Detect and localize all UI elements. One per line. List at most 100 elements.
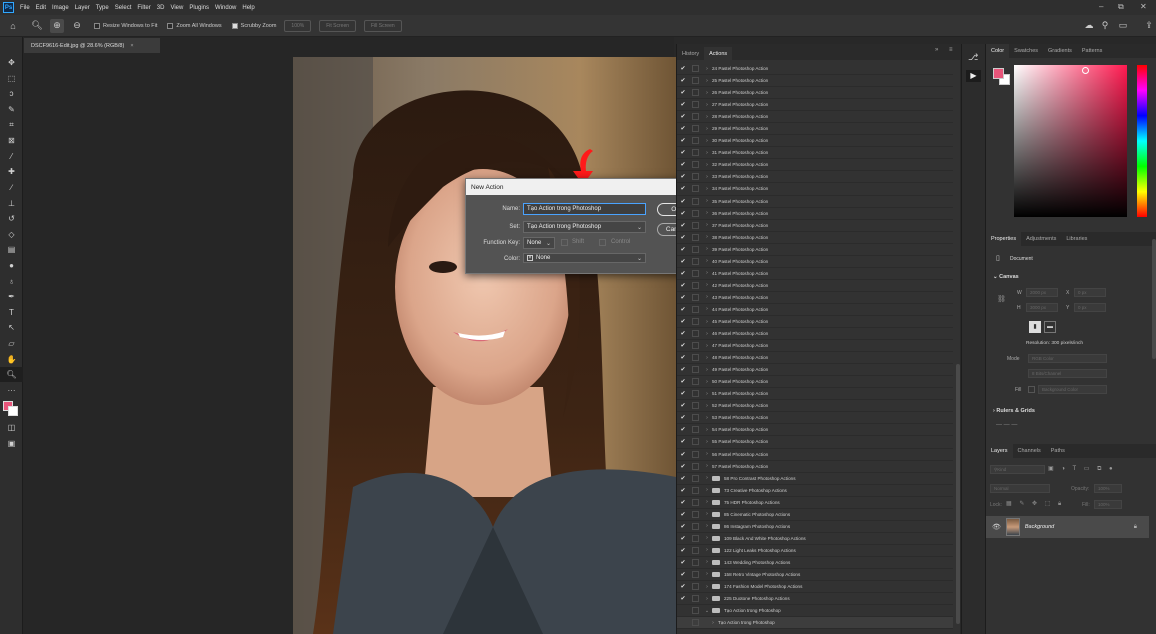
chevron-right-icon[interactable]: › [708,620,718,626]
fit-screen-button[interactable]: Fit Screen [319,19,357,32]
share-icon[interactable]: ☁ [1082,19,1096,33]
chevron-right-icon[interactable]: › [702,102,712,108]
chevron-right-icon[interactable]: › [702,66,712,72]
layer-row-background[interactable]: 👁︎ Background 🔒︎ [986,516,1149,538]
tab-swatches[interactable]: Swatches [1009,44,1043,58]
action-set-row[interactable]: ✔ › 109 Black And White Photoshop Actions [677,533,953,545]
chevron-right-icon[interactable]: › [702,415,712,421]
menu-view[interactable]: View [170,5,183,11]
check-icon[interactable]: ✔ [677,77,689,84]
check-icon[interactable]: ✔ [677,523,689,530]
chevron-right-icon[interactable]: › [702,319,712,325]
layer-filter-icons[interactable]: ▣ ◑ T ▭ ⧉ ● [1048,465,1116,473]
chevron-right-icon[interactable]: › [702,463,712,469]
fill-select[interactable]: Background Color [1038,385,1107,394]
chevron-right-icon[interactable]: › [702,331,712,337]
rulers-grids-header[interactable]: › Rulers & Grids [993,408,1035,414]
workspace-icon[interactable]: ▭ [1116,19,1130,33]
hand-tool-icon[interactable]: ✋ [0,351,23,367]
action-set-row[interactable]: ✔ › 122 Light Leaks Photoshop Actions [677,545,953,557]
chevron-right-icon[interactable]: › [702,222,712,228]
action-row[interactable]: ✔ › 36 Pastel Photoshop Action [677,208,953,220]
dialog-toggle-box[interactable] [692,137,699,145]
dialog-toggle-box[interactable] [692,305,699,313]
zoom-tool-icon[interactable]: 🔍︎ [30,19,44,33]
chevron-right-icon[interactable]: › [702,499,712,505]
dialog-toggle-box[interactable] [692,414,699,422]
action-set-row[interactable]: ⌄ Tạo Action trong Photoshop [677,605,953,618]
action-row[interactable]: ✔ › 29 Pastel Photoshop Action [677,123,953,136]
dialog-toggle-box[interactable] [692,209,699,217]
frame-tool-icon[interactable]: ⊠ [0,133,23,149]
chevron-right-icon[interactable]: › [702,427,712,433]
check-icon[interactable]: ✔ [677,113,689,120]
visibility-eye-icon[interactable]: 👁︎ [992,523,1001,531]
landscape-orientation-icon[interactable]: ▬ [1044,321,1056,333]
dialog-toggle-box[interactable] [692,558,699,566]
dialog-toggle-box[interactable] [692,113,699,121]
chevron-right-icon[interactable]: › [702,234,712,240]
action-row[interactable]: ✔ › 51 Pastel Photoshop Action [677,388,953,401]
check-icon[interactable]: ✔ [677,89,689,96]
action-row[interactable]: ✔ › 33 Pastel Photoshop Action [677,171,953,184]
dialog-toggle-box[interactable] [692,197,699,205]
menu-type[interactable]: Type [96,5,109,11]
chevron-right-icon[interactable]: › [702,511,712,517]
fill-screen-button[interactable]: Fill Screen [364,19,402,32]
check-icon[interactable]: ✔ [677,438,689,445]
chevron-right-icon[interactable]: › [702,439,712,445]
dialog-toggle-box[interactable] [692,342,699,350]
fill-layer-field[interactable]: 100% [1094,500,1122,509]
check-icon[interactable]: ✔ [677,595,689,602]
eyedropper-tool-icon[interactable]: ⁄ [0,149,23,165]
action-row[interactable]: ✔ › 37 Pastel Photoshop Action [677,220,953,232]
dialog-toggle-box[interactable] [692,438,699,446]
action-row[interactable]: ✔ › 27 Pastel Photoshop Action [677,99,953,112]
tab-adjustments[interactable]: Adjustments [1021,232,1061,246]
check-icon[interactable]: ✔ [677,487,689,494]
check-icon[interactable]: ✔ [677,258,689,265]
action-set-row[interactable]: ✔ › 158 Retro Vintage Photoshop Actions [677,569,953,582]
check-icon[interactable]: ✔ [677,210,689,217]
healing-tool-icon[interactable]: ✚ [0,164,23,180]
action-row[interactable]: ✔ › 46 Pastel Photoshop Action [677,328,953,341]
quick-select-tool-icon[interactable]: ✎ [0,102,23,118]
tab-layers[interactable]: Layers [986,444,1013,458]
dialog-toggle-box[interactable] [692,101,699,109]
resize-windows-checkbox[interactable]: Resize Windows to Fit [94,22,157,29]
actions-scrollbar[interactable] [956,364,960,624]
check-icon[interactable]: ✔ [677,475,689,482]
chevron-right-icon[interactable]: › [702,391,712,397]
chevron-right-icon[interactable]: › [702,246,712,252]
zoom-tool-icon[interactable]: 🔍︎ [0,366,23,383]
chevron-right-icon[interactable]: › [702,571,712,577]
height-field[interactable]: 3000 px [1026,303,1058,312]
check-icon[interactable]: ✔ [677,354,689,361]
dialog-toggle-box[interactable] [692,330,699,338]
panel-collapse-icon[interactable]: » [935,47,938,53]
action-row[interactable]: ✔ › 57 Pastel Photoshop Action [677,461,953,473]
menu-3d[interactable]: 3D [157,5,165,11]
chevron-right-icon[interactable]: › [702,78,712,84]
chevron-right-icon[interactable]: › [702,186,712,192]
dialog-toggle-box[interactable] [692,89,699,97]
lock-icons[interactable]: ▦ ✎ ✥ ⬚ 🔒︎ [1006,500,1064,508]
check-icon[interactable]: ✔ [677,282,689,289]
action-row[interactable]: ✔ › 40 Pastel Photoshop Action [677,256,953,268]
action-row[interactable]: ✔ › 55 Pastel Photoshop Action [677,436,953,449]
dialog-toggle-box[interactable] [692,245,699,253]
minimize-icon[interactable]: – [1099,2,1103,11]
close-tab-icon[interactable]: × [130,43,133,49]
check-icon[interactable]: ✔ [677,402,689,409]
action-row[interactable]: ✔ › 41 Pastel Photoshop Action [677,268,953,280]
chevron-right-icon[interactable]: › [702,198,712,204]
scrubby-zoom-checkbox[interactable]: Scrubby Zoom [231,22,276,29]
action-row[interactable]: ✔ › 54 Pastel Photoshop Action [677,424,953,437]
check-icon[interactable]: ✔ [677,294,689,301]
tab-libraries[interactable]: Libraries [1061,232,1092,246]
action-set-row[interactable]: ✔ › 73 Creative Photoshop Actions [677,485,953,497]
dialog-toggle-box[interactable] [692,354,699,362]
action-row[interactable]: ✔ › 28 Pastel Photoshop Action [677,111,953,124]
background-color-swatch[interactable] [8,406,18,417]
chevron-right-icon[interactable]: › [702,150,712,156]
